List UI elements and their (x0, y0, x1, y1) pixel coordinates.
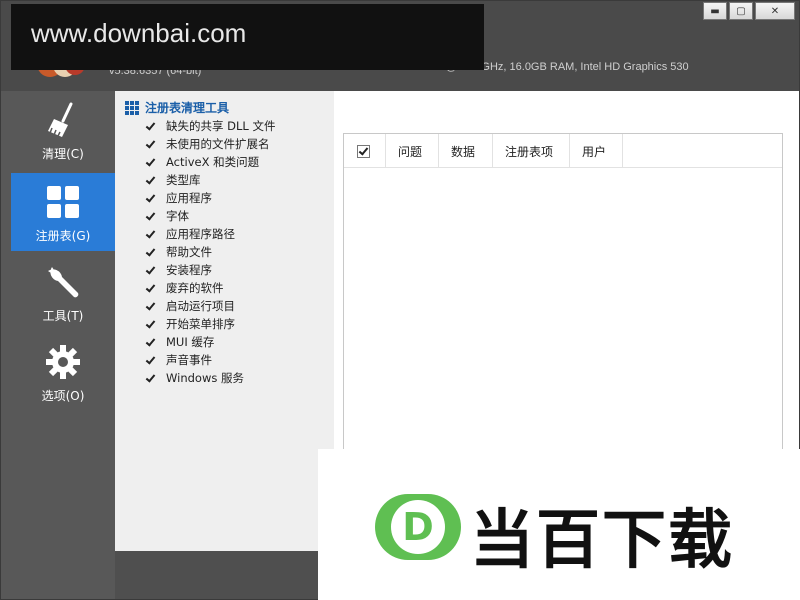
options-title-text: 注册表清理工具 (145, 101, 230, 115)
option-checkbox[interactable] (145, 301, 156, 312)
option-checkbox[interactable] (145, 175, 156, 186)
option-checkbox[interactable] (145, 265, 156, 276)
column-header-registry-key[interactable]: 注册表项 (493, 134, 570, 168)
nav-item-registry[interactable]: 注册表(G) (11, 173, 115, 251)
option-item[interactable]: 废弃的软件 (145, 279, 275, 297)
brand-logo: D (375, 494, 461, 560)
option-item[interactable]: MUI 缓存 (145, 333, 275, 351)
option-item[interactable]: 帮助文件 (145, 243, 275, 261)
grid-icon (47, 186, 79, 218)
option-item[interactable]: 安装程序 (145, 261, 275, 279)
column-header-user[interactable]: 用户 (570, 134, 623, 168)
option-label: 帮助文件 (166, 245, 212, 259)
option-checkbox[interactable] (145, 337, 156, 348)
options-footer (115, 551, 319, 599)
option-label: MUI 缓存 (166, 335, 215, 349)
nav-item-tools[interactable]: 工具(T) (11, 253, 115, 331)
option-label: 缺失的共享 DLL 文件 (166, 119, 276, 133)
table-header: 问题 数据 注册表项 用户 (344, 134, 782, 168)
select-all-header (344, 134, 386, 168)
option-item[interactable]: ActiveX 和类问题 (145, 153, 275, 171)
main-nav: 清理(C) 注册表(G) 工具(T) 选项(O) (1, 91, 115, 599)
options-list: 缺失的共享 DLL 文件 未使用的文件扩展名 ActiveX 和类问题 类型库应用程序… (145, 117, 275, 387)
option-label: 开始菜单排序 (166, 317, 235, 331)
option-checkbox[interactable] (145, 193, 156, 204)
option-item[interactable]: Windows 服务 (145, 369, 275, 387)
close-button[interactable]: ✕ (755, 2, 795, 20)
app-window: v5.38.6357 (64-bit) Intel Core i5-6500 C… (0, 0, 800, 600)
option-checkbox[interactable] (145, 139, 156, 150)
option-label: 安装程序 (166, 263, 212, 277)
nav-item-label: 清理(C) (42, 147, 84, 161)
option-item[interactable]: 声音事件 (145, 351, 275, 369)
select-all-checkbox[interactable] (357, 144, 370, 158)
brand-name: 当百下载 (470, 504, 734, 578)
brand-overlay: D 当百下载 (318, 449, 800, 600)
option-item[interactable]: 开始菜单排序 (145, 315, 275, 333)
options-title: 注册表清理工具 (125, 99, 229, 116)
registry-options-panel: 注册表清理工具 缺失的共享 DLL 文件 未使用的文件扩展名 ActiveX 和类问… (115, 91, 334, 551)
results-table: 问题 数据 注册表项 用户 (343, 133, 783, 453)
option-label: 声音事件 (166, 353, 212, 367)
option-label: ActiveX 和类问题 (166, 155, 260, 169)
option-item[interactable]: 启动运行项目 (145, 297, 275, 315)
nav-item-label: 注册表(G) (35, 229, 91, 243)
option-checkbox[interactable] (145, 373, 156, 384)
option-item[interactable]: 应用程序路径 (145, 225, 275, 243)
window-controls: ▬ ▢ ✕ (701, 2, 795, 20)
option-label: 应用程序 (166, 191, 212, 205)
watermark-banner: www.downbai.com (11, 4, 484, 70)
option-checkbox[interactable] (145, 355, 156, 366)
option-label: 类型库 (166, 173, 201, 187)
option-checkbox[interactable] (145, 283, 156, 294)
nav-item-label: 选项(O) (41, 389, 85, 403)
option-label: 启动运行项目 (166, 299, 235, 313)
option-label: Windows 服务 (166, 371, 244, 385)
grid-small-icon (125, 100, 139, 115)
nav-item-label: 工具(T) (42, 309, 84, 323)
option-checkbox[interactable] (145, 247, 156, 258)
option-label: 字体 (166, 209, 189, 223)
option-label: 应用程序路径 (166, 227, 235, 241)
option-label: 废弃的软件 (166, 281, 224, 295)
option-checkbox[interactable] (145, 157, 156, 168)
wrench-icon (48, 267, 79, 298)
option-item[interactable]: 未使用的文件扩展名 (145, 135, 275, 153)
maximize-button[interactable]: ▢ (729, 2, 753, 20)
option-item[interactable]: 应用程序 (145, 189, 275, 207)
brand-mark: D (391, 500, 445, 554)
option-checkbox[interactable] (145, 319, 156, 330)
option-checkbox[interactable] (145, 229, 156, 240)
option-checkbox[interactable] (145, 211, 156, 222)
column-header-issue[interactable]: 问题 (386, 134, 439, 168)
minimize-button[interactable]: ▬ (703, 2, 727, 20)
option-item[interactable]: 缺失的共享 DLL 文件 (145, 117, 275, 135)
broom-icon (48, 102, 73, 137)
column-header-data[interactable]: 数据 (439, 134, 493, 168)
option-item[interactable]: 类型库 (145, 171, 275, 189)
gear-icon (46, 345, 80, 379)
option-label: 未使用的文件扩展名 (166, 137, 270, 151)
watermark-text: www.downbai.com (31, 18, 247, 48)
nav-item-clean[interactable]: 清理(C) (11, 91, 115, 169)
nav-item-options[interactable]: 选项(O) (11, 333, 115, 411)
option-checkbox[interactable] (145, 121, 156, 132)
option-item[interactable]: 字体 (145, 207, 275, 225)
